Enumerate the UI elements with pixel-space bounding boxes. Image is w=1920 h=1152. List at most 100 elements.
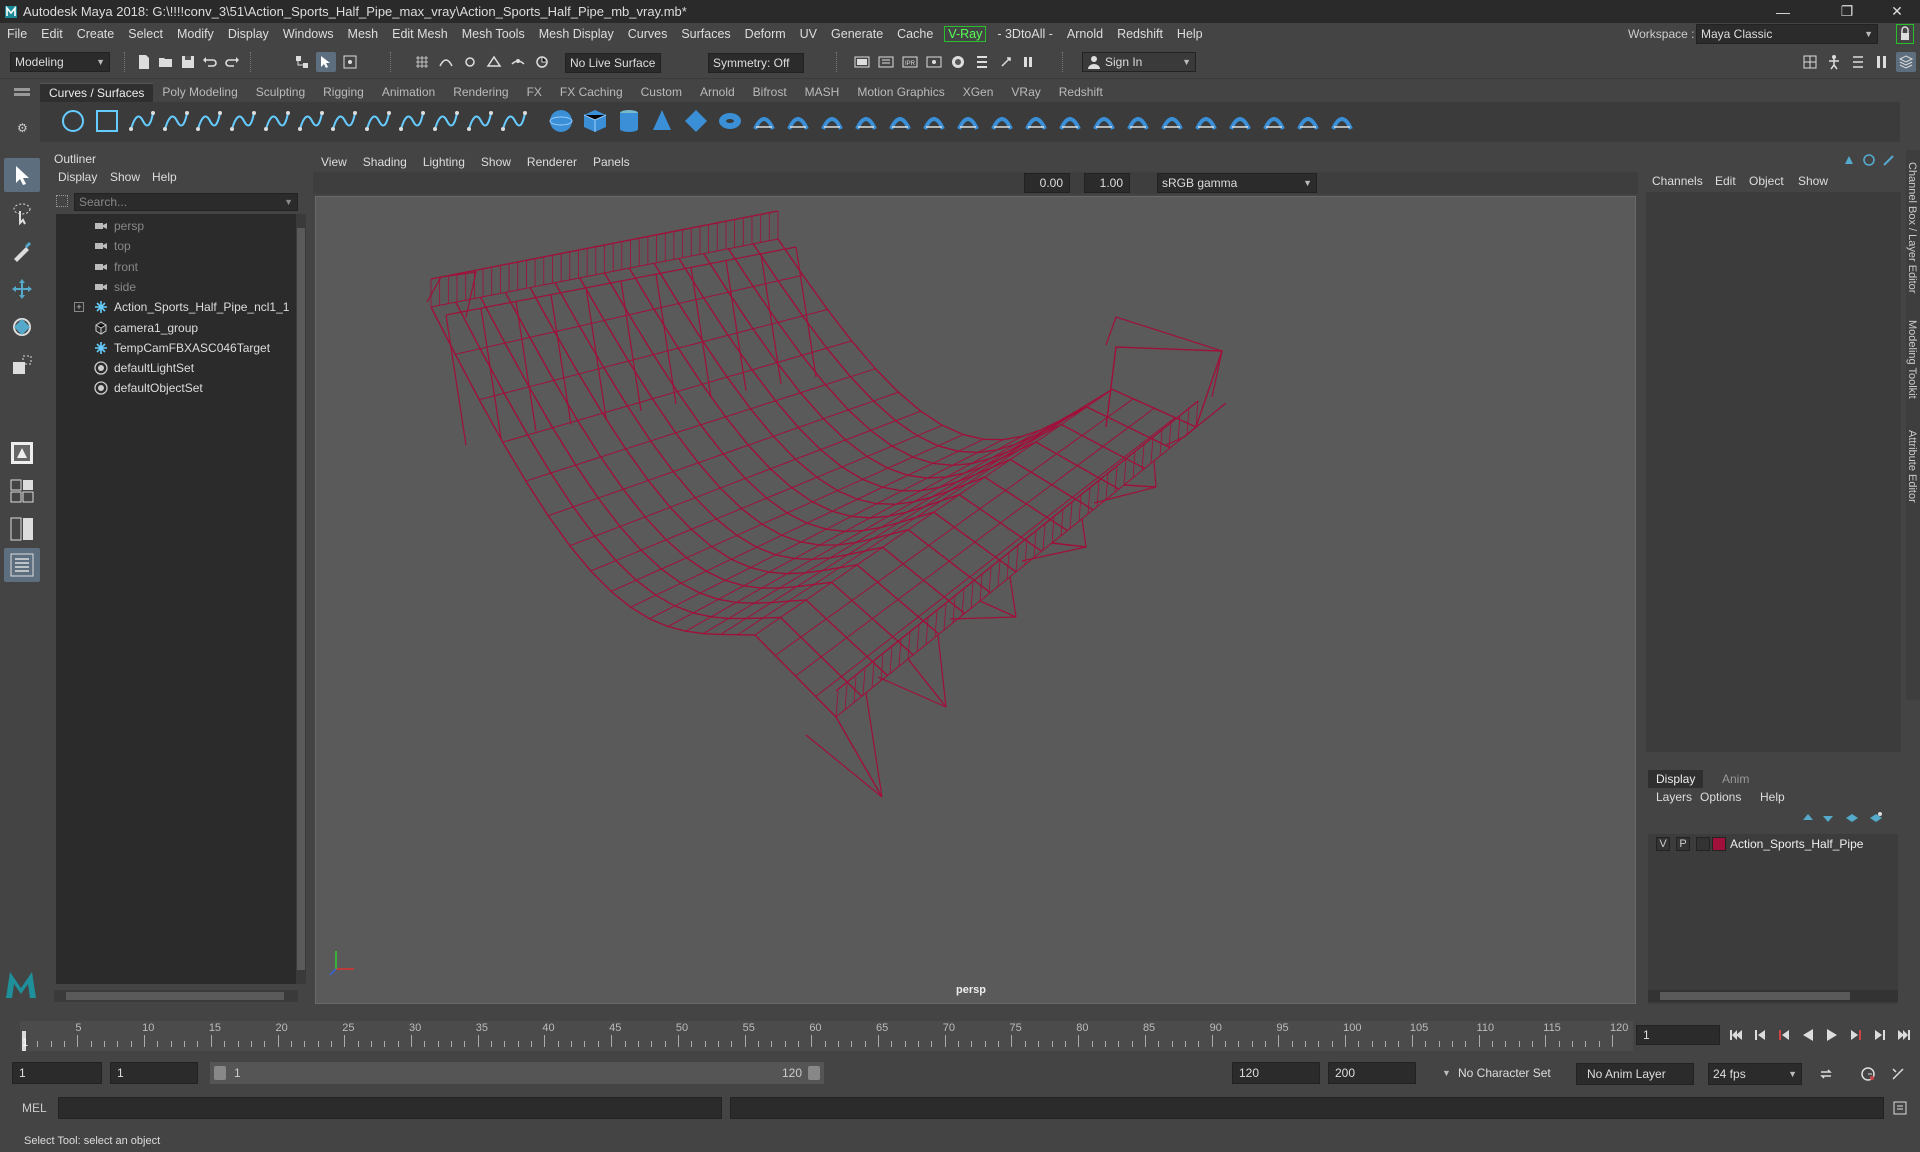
snap-point-icon[interactable] <box>460 52 480 72</box>
project-curve-icon[interactable] <box>1123 106 1153 136</box>
minimize-button[interactable]: — <box>1760 0 1806 23</box>
layer-name[interactable]: Action_Sports_Half_Pipe <box>1730 837 1863 851</box>
menu-modify[interactable]: Modify <box>170 27 221 41</box>
shelf-tab-poly-modeling[interactable]: Poly Modeling <box>153 83 246 101</box>
channel-box-sync-icon[interactable] <box>1859 150 1879 170</box>
revolve-icon[interactable] <box>749 106 779 136</box>
workspace-select[interactable]: Maya Classic ▼ <box>1696 24 1878 44</box>
arc-tool-icon[interactable] <box>295 106 325 136</box>
shelf-tab-rigging[interactable]: Rigging <box>314 83 373 101</box>
outliner-item[interactable]: TempCamFBXASC046Target <box>56 338 294 358</box>
layer-menu-layers[interactable]: Layers <box>1656 790 1692 804</box>
outliner-item[interactable]: camera1_group <box>56 318 294 338</box>
go-to-start-icon[interactable] <box>1726 1025 1746 1045</box>
time-slider-track[interactable]: 1 5 10 15 20 25 30 35 40 45 50 55 60 65 70 75 80 85 90 95 10… <box>20 1021 1633 1051</box>
current-frame-field[interactable]: 1 <box>1636 1025 1720 1045</box>
shelf-menu-icon[interactable] <box>14 93 30 96</box>
nurbs-plane-icon[interactable] <box>681 106 711 136</box>
menu-curves[interactable]: Curves <box>621 27 675 41</box>
menu-mesh[interactable]: Mesh <box>341 27 386 41</box>
viewport-menu-shading[interactable]: Shading <box>355 155 415 169</box>
birail-icon[interactable] <box>885 106 915 136</box>
menu-vray[interactable]: V-Ray <box>944 26 987 42</box>
detach-surfaces-icon[interactable] <box>1225 106 1255 136</box>
shelf-tab-curves-surfaces[interactable]: Curves / Surfaces <box>40 82 154 102</box>
expand-icon[interactable]: + <box>74 302 84 313</box>
menu-edit-mesh[interactable]: Edit Mesh <box>385 27 455 41</box>
viewport-menu-lighting[interactable]: Lighting <box>415 155 473 169</box>
side-tab-modeling-toolkit[interactable]: Modeling Toolkit <box>1906 320 1918 399</box>
step-forward-key-icon[interactable] <box>1846 1025 1866 1045</box>
select-by-component-icon[interactable] <box>340 52 360 72</box>
outliner-search-input[interactable]: Search... ▼ <box>74 193 298 211</box>
menu-surfaces[interactable]: Surfaces <box>674 27 737 41</box>
nurbs-circle-icon[interactable] <box>58 106 88 136</box>
command-language-label[interactable]: MEL <box>22 1101 47 1115</box>
save-scene-icon[interactable] <box>178 52 198 72</box>
menu-windows[interactable]: Windows <box>276 27 341 41</box>
menu-redshift[interactable]: Redshift <box>1110 27 1170 41</box>
layer-menu-options[interactable]: Options <box>1700 790 1741 804</box>
layer-tab-anim[interactable]: Anim <box>1714 770 1757 788</box>
outliner-item[interactable]: defaultLightSet <box>56 358 294 378</box>
menu-edit[interactable]: Edit <box>34 27 70 41</box>
planar-icon[interactable] <box>817 106 847 136</box>
scale-tool-icon[interactable] <box>4 348 40 382</box>
channel-box-menu-show[interactable]: Show <box>1798 174 1828 188</box>
attribute-editor-icon[interactable] <box>1848 52 1868 72</box>
character-set-select[interactable]: ▼ No Character Set <box>1440 1063 1572 1085</box>
channel-box-pin-icon[interactable] <box>1839 150 1859 170</box>
lasso-tool-icon[interactable] <box>4 196 40 230</box>
menu-set-select[interactable]: Modeling ▼ <box>10 52 110 72</box>
untrim-icon[interactable] <box>1089 106 1119 136</box>
snap-grid-icon[interactable] <box>412 52 432 72</box>
boundary-icon[interactable] <box>919 106 949 136</box>
layer-tab-display[interactable]: Display <box>1648 770 1704 788</box>
trim-tool-icon[interactable] <box>1055 106 1085 136</box>
paint-select-tool-icon[interactable] <box>4 234 40 268</box>
render-view-icon[interactable] <box>852 52 872 72</box>
bevel-icon[interactable] <box>987 106 1017 136</box>
animation-start-field[interactable]: 1 <box>12 1062 102 1084</box>
menu-mesh-display[interactable]: Mesh Display <box>532 27 621 41</box>
menu-help[interactable]: Help <box>1170 27 1210 41</box>
viewport-menu-panels[interactable]: Panels <box>585 155 638 169</box>
layer-menu-help[interactable]: Help <box>1760 790 1785 804</box>
nurbs-cylinder-icon[interactable] <box>614 106 644 136</box>
menu-uv[interactable]: UV <box>793 27 824 41</box>
symmetry-select[interactable]: Symmetry: Off <box>708 53 804 73</box>
menu-mesh-tools[interactable]: Mesh Tools <box>455 27 532 41</box>
new-layer-selected-icon[interactable] <box>1866 808 1886 828</box>
shelf-tab-rendering[interactable]: Rendering <box>444 83 517 101</box>
three-point-arc-icon[interactable] <box>328 106 358 136</box>
render-setup-icon[interactable] <box>972 52 992 72</box>
shelf-tab-custom[interactable]: Custom <box>632 83 691 101</box>
curve-intersect-icon[interactable] <box>261 106 291 136</box>
menu-file[interactable]: File <box>0 27 34 41</box>
auto-key-icon[interactable] <box>1858 1064 1878 1084</box>
step-forward-frame-icon[interactable] <box>1870 1025 1890 1045</box>
exposure-field[interactable]: 0.00 <box>1024 173 1070 193</box>
select-by-hierarchy-icon[interactable] <box>292 52 312 72</box>
color-space-select[interactable]: sRGB gamma ▼ <box>1157 173 1317 193</box>
shelf-tab-mash[interactable]: MASH <box>796 83 849 101</box>
sign-in-button[interactable]: Sign In ▼ <box>1082 52 1196 72</box>
outliner-item[interactable]: top <box>56 236 294 256</box>
channel-box-edit-icon[interactable] <box>1879 150 1899 170</box>
outliner-horizontal-scrollbar[interactable] <box>54 990 298 1002</box>
shelf-tab-bifrost[interactable]: Bifrost <box>744 83 796 101</box>
playback-end-field[interactable]: 120 <box>1232 1062 1320 1084</box>
persp-outliner-layout-icon[interactable] <box>4 512 40 546</box>
maximize-button[interactable]: ❐ <box>1824 0 1870 23</box>
insert-isoparm-icon[interactable] <box>1293 106 1323 136</box>
tool-settings-icon[interactable] <box>1872 52 1892 72</box>
move-layer-up-icon[interactable] <box>1798 808 1818 828</box>
viewport-3d-canvas[interactable]: persp <box>315 196 1636 1004</box>
pause-icon[interactable] <box>1018 52 1038 72</box>
shelf-tab-motion-graphics[interactable]: Motion Graphics <box>848 83 953 101</box>
step-back-key-icon[interactable] <box>1774 1025 1794 1045</box>
menu-select[interactable]: Select <box>121 27 170 41</box>
rotate-tool-icon[interactable] <box>4 310 40 344</box>
cv-curve-icon[interactable] <box>126 106 156 136</box>
filter-icon[interactable] <box>56 195 68 207</box>
